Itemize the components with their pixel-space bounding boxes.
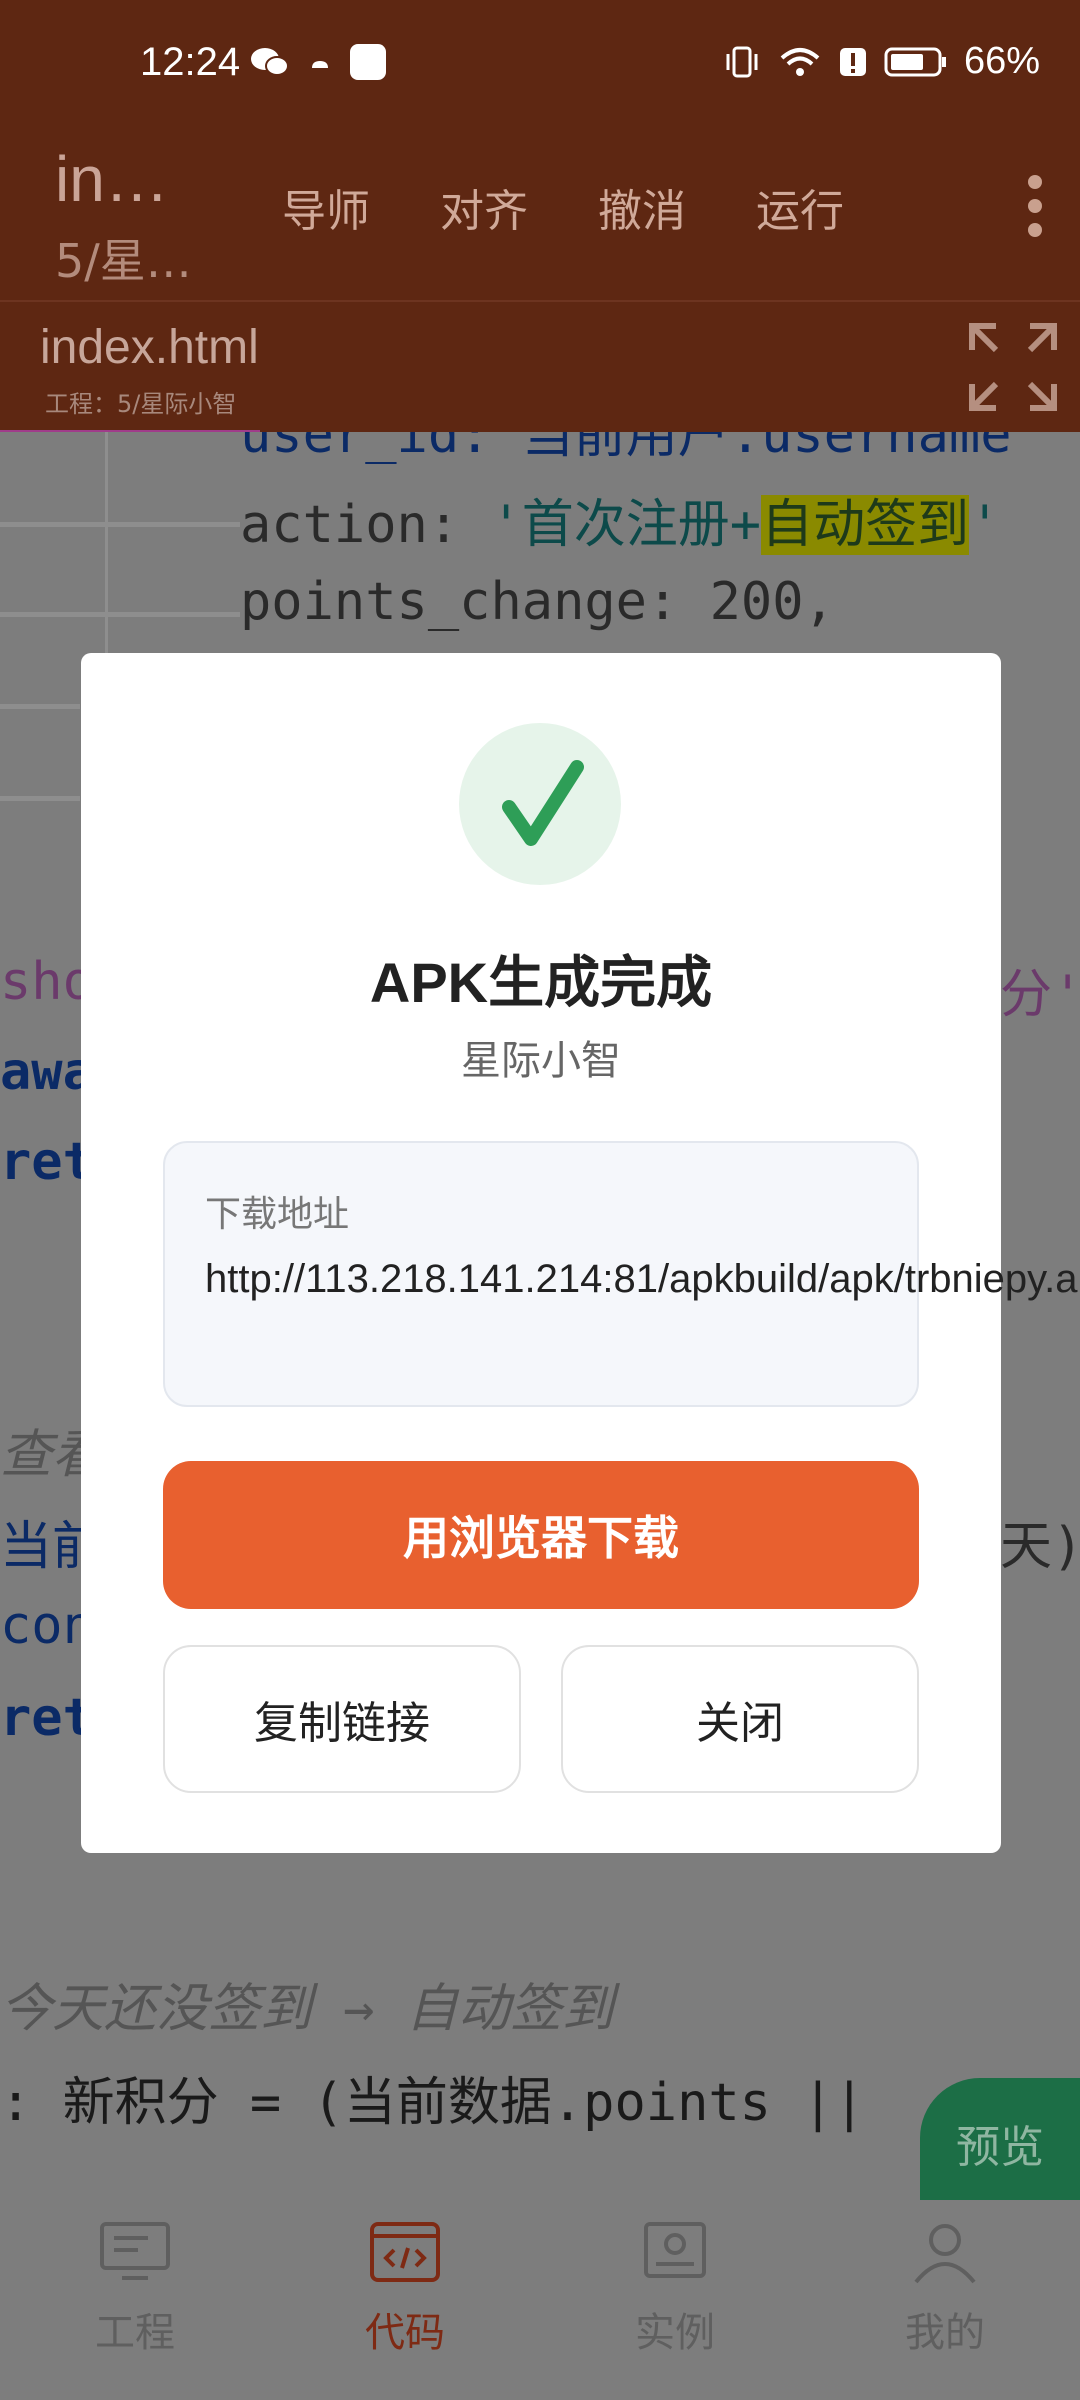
code-icon bbox=[370, 2222, 440, 2282]
code-line: 天) bbox=[1000, 1517, 1080, 1577]
fullscreen-icon[interactable] bbox=[966, 320, 1060, 414]
highlight-word: 自动签到 bbox=[761, 495, 970, 555]
code-line: : 新积分 = (当前数据.points || bbox=[0, 2073, 865, 2133]
alert-icon bbox=[839, 47, 866, 76]
code-line: ret bbox=[0, 1132, 94, 1192]
nav-code[interactable]: 代码 bbox=[335, 2220, 475, 2358]
indent-guide bbox=[0, 612, 240, 617]
address-label: 下载地址 bbox=[205, 1194, 350, 1235]
file-project-label: 工程：5/星际小智 bbox=[45, 390, 237, 418]
menu-run[interactable]: 运行 bbox=[756, 175, 844, 239]
bottom-nav: 工程 代码 实例 我的 bbox=[0, 2200, 1080, 2400]
download-url: http://113.218.141.214:81/apkbuild/apk/t… bbox=[205, 1257, 1080, 1301]
menu-mentor[interactable]: 导师 bbox=[282, 175, 370, 239]
toolbar-menu: 导师 对齐 撤消 运行 bbox=[282, 175, 844, 239]
nav-project[interactable]: 工程 bbox=[65, 2220, 205, 2358]
code-line: user_id: 当前用户.username bbox=[240, 432, 1012, 465]
indent-guide bbox=[0, 522, 240, 527]
project-title[interactable]: in… bbox=[55, 142, 169, 216]
success-badge bbox=[459, 723, 621, 885]
menu-undo[interactable]: 撤消 bbox=[598, 175, 686, 239]
preview-button[interactable]: 预览 bbox=[920, 2078, 1080, 2208]
code-line: awa bbox=[0, 1042, 94, 1102]
dialog-title: APK生成完成 bbox=[369, 951, 713, 1014]
nav-label: 我的 bbox=[905, 2310, 985, 2356]
check-icon bbox=[502, 760, 584, 846]
more-icon[interactable] bbox=[1025, 175, 1045, 237]
example-icon bbox=[644, 2222, 706, 2278]
status-right: 66% bbox=[722, 40, 1040, 83]
indent-guide bbox=[0, 796, 80, 801]
file-tab-bar: index.html 工程：5/星际小智 bbox=[0, 300, 1080, 434]
apk-dialog: APK生成完成 星际小智 下载地址 http://113.218.141.214… bbox=[81, 653, 1080, 1853]
nav-examples[interactable]: 实例 bbox=[605, 2220, 745, 2358]
code-line: con bbox=[0, 1596, 94, 1656]
code-line: 今天还没签到 → 自动签到 bbox=[0, 1979, 614, 2039]
code-line: action: '首次注册+自动签到' bbox=[240, 495, 1001, 555]
code-line: ret bbox=[0, 1688, 94, 1748]
cloud-icon bbox=[312, 61, 328, 68]
notification-icons bbox=[250, 44, 386, 80]
project-subtitle: 5/星… bbox=[55, 234, 192, 288]
close-button[interactable]: 关闭 bbox=[561, 1645, 919, 1793]
nav-label: 实例 bbox=[635, 2310, 715, 2356]
app-bar: in… 5/星… 导师 对齐 撤消 运行 bbox=[0, 130, 1080, 300]
battery-percent: 66% bbox=[963, 40, 1040, 82]
wechat-icon bbox=[251, 48, 289, 76]
code-line: 分', bbox=[1000, 965, 1080, 1025]
monitor-icon bbox=[100, 2222, 170, 2280]
file-tab[interactable]: index.html bbox=[40, 320, 259, 375]
code-line: points_change: 200, bbox=[240, 572, 835, 632]
menu-align[interactable]: 对齐 bbox=[440, 175, 528, 239]
vibrate-icon bbox=[726, 46, 758, 77]
user-icon bbox=[914, 2224, 976, 2284]
nav-label: 代码 bbox=[365, 2310, 445, 2356]
dialog-subtitle: 星际小智 bbox=[461, 1038, 621, 1084]
status-time: 12:24 bbox=[140, 40, 241, 84]
status-bar: 12:24 66% bbox=[0, 0, 1080, 130]
nav-mine[interactable]: 我的 bbox=[875, 2220, 1015, 2358]
browser-download-button[interactable]: 用浏览器下载 bbox=[163, 1461, 919, 1609]
nav-label: 工程 bbox=[95, 2310, 175, 2356]
copy-link-button[interactable]: 复制链接 bbox=[163, 1645, 521, 1793]
battery-icon bbox=[884, 47, 946, 76]
download-address-box: 下载地址 http://113.218.141.214:81/apkbuild/… bbox=[163, 1141, 1080, 1407]
app-notification-icon bbox=[350, 44, 386, 80]
indent-guide bbox=[0, 704, 80, 709]
wifi-icon bbox=[780, 47, 820, 76]
